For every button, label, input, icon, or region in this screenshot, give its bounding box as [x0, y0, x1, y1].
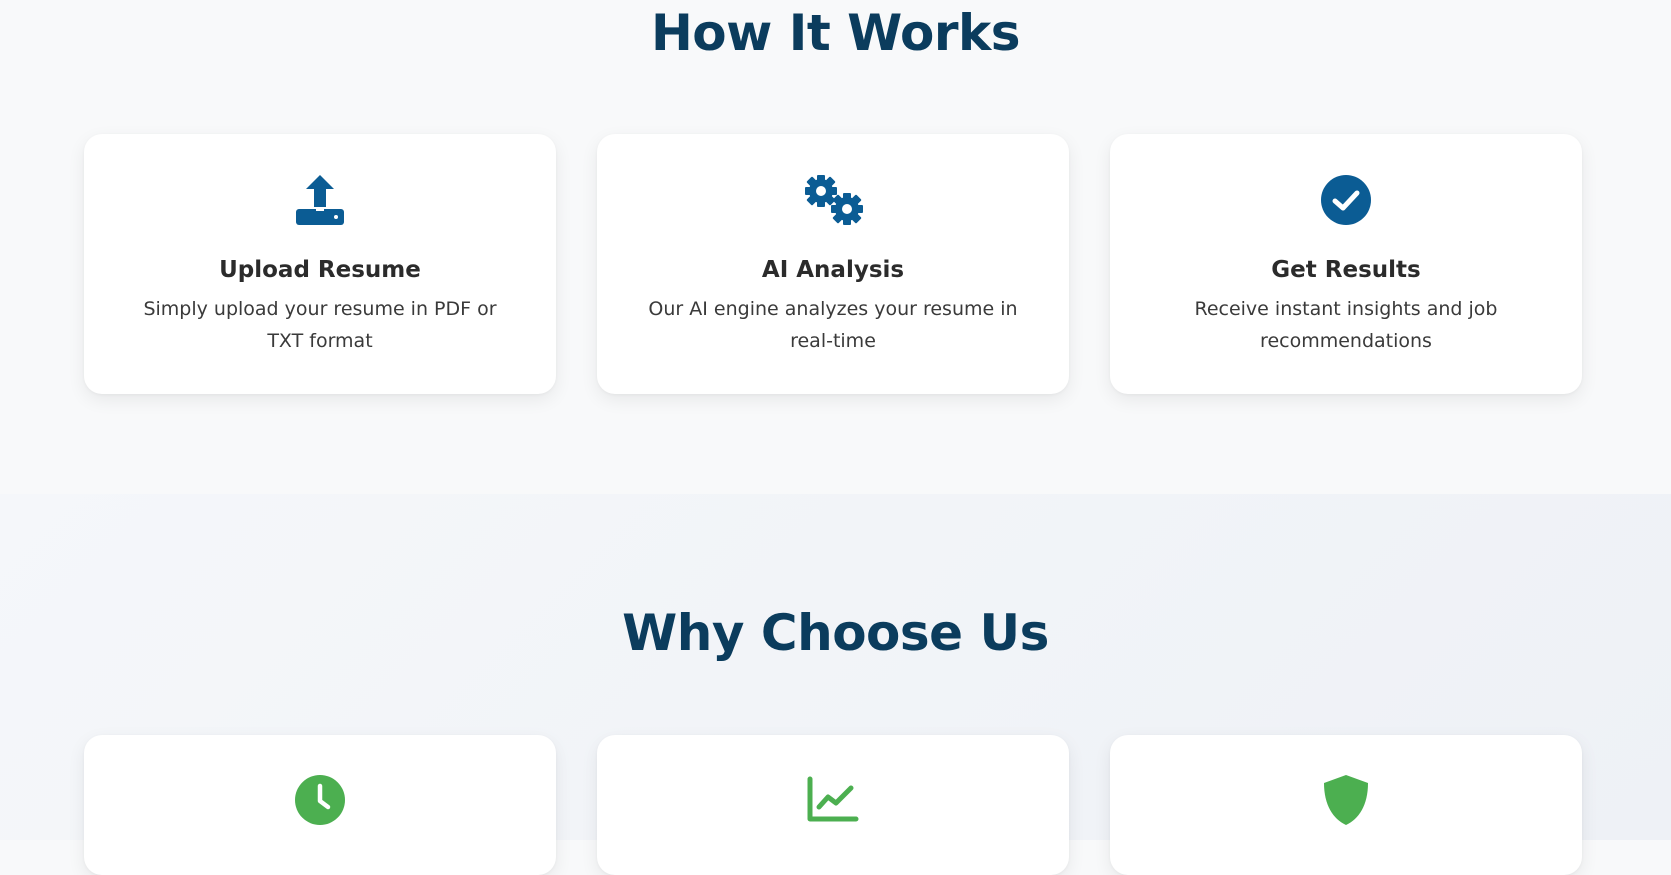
how-it-works-title: How It Works — [650, 4, 1021, 62]
chart-line-icon — [801, 772, 865, 828]
step-title: AI Analysis — [761, 257, 905, 283]
why-choose-us-title: Why Choose Us — [622, 604, 1049, 662]
feature-card-security — [1110, 735, 1582, 875]
feature-card-speed — [84, 735, 556, 875]
step-card-upload: Upload Resume Simply upload your resume … — [84, 134, 556, 394]
upload-icon — [288, 172, 352, 228]
step-card-results: Get Results Receive instant insights and… — [1110, 134, 1582, 394]
step-title: Upload Resume — [219, 257, 421, 283]
step-card-analysis: AI Analysis Our AI engine analyzes your … — [597, 134, 1069, 394]
step-description: Simply upload your resume in PDF or TXT … — [143, 298, 497, 352]
shield-icon — [1314, 772, 1378, 828]
step-description: Our AI engine analyzes your resume in re… — [648, 298, 1018, 352]
feature-card-growth — [597, 735, 1069, 875]
clock-icon — [288, 772, 352, 828]
step-description: Receive instant insights and job recomme… — [1194, 298, 1498, 352]
step-title: Get Results — [1271, 257, 1421, 283]
gears-icon — [801, 172, 865, 228]
check-circle-icon — [1314, 172, 1378, 228]
